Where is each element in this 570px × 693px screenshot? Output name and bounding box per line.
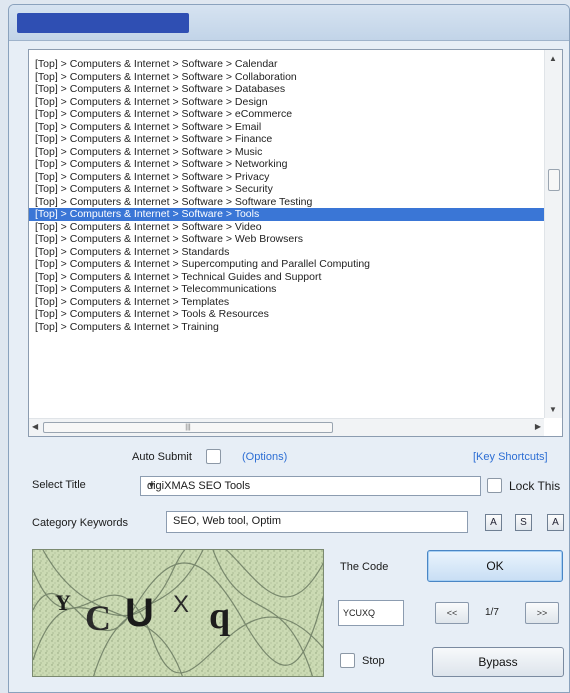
category-list-item[interactable]: [Top] > Computers & Internet > Software … bbox=[29, 221, 544, 234]
auto-submit-checkbox[interactable] bbox=[206, 449, 221, 464]
category-list-item[interactable]: [Top] > Computers & Internet > Software … bbox=[29, 196, 544, 209]
svg-text:X: X bbox=[173, 591, 189, 618]
auto-submit-label: Auto Submit bbox=[132, 451, 192, 463]
category-list-item[interactable]: [Top] > Computers & Internet > Technical… bbox=[29, 271, 544, 284]
category-list-item[interactable]: [Top] > Computers & Internet > Software … bbox=[29, 96, 544, 109]
next-captcha-button[interactable]: >> bbox=[525, 602, 559, 624]
select-title-label: Select Title bbox=[32, 479, 86, 491]
category-list-item[interactable]: [Top] > Computers & Internet > Software … bbox=[29, 108, 544, 121]
scroll-left-icon[interactable]: ◀ bbox=[32, 422, 38, 431]
key-shortcuts-link[interactable]: [Key Shortcuts] bbox=[473, 451, 548, 463]
category-list-item[interactable]: [Top] > Computers & Internet > Software … bbox=[29, 71, 544, 84]
category-keywords-label: Category Keywords bbox=[32, 517, 128, 529]
select-title-combobox[interactable]: digiXMAS SEO Tools ▼ bbox=[140, 476, 481, 496]
case-button-upper[interactable]: A bbox=[485, 514, 502, 531]
category-keywords-input[interactable]: SEO, Web tool, Optim bbox=[166, 511, 468, 533]
title-bar bbox=[9, 5, 569, 41]
submission-dialog: [Top] > Computers & Internet > Software … bbox=[8, 4, 570, 693]
vertical-scroll-thumb[interactable] bbox=[548, 169, 560, 191]
category-list-item[interactable]: [Top] > Computers & Internet > Software … bbox=[29, 58, 544, 71]
horizontal-scroll-thumb[interactable]: ||| bbox=[43, 422, 333, 433]
svg-text:q: q bbox=[209, 595, 230, 637]
scroll-right-icon[interactable]: ▶ bbox=[535, 422, 541, 431]
case-button-alt[interactable]: A bbox=[547, 514, 564, 531]
category-list-items: [Top] > Computers & Internet > Software … bbox=[29, 58, 544, 418]
the-code-label: The Code bbox=[340, 561, 389, 573]
category-list-item[interactable]: [Top] > Computers & Internet > Training bbox=[29, 321, 544, 334]
options-link[interactable]: (Options) bbox=[242, 451, 287, 463]
svg-text:U: U bbox=[125, 591, 154, 635]
previous-captcha-button[interactable]: << bbox=[435, 602, 469, 624]
category-list-item[interactable]: [Top] > Computers & Internet > Telecommu… bbox=[29, 283, 544, 296]
category-list-item[interactable]: [Top] > Computers & Internet > Templates bbox=[29, 296, 544, 309]
category-list-item[interactable]: [Top] > Computers & Internet > Software … bbox=[29, 171, 544, 184]
category-list-item[interactable]: [Top] > Computers & Internet > Software … bbox=[29, 183, 544, 196]
category-listbox[interactable]: [Top] > Computers & Internet > Software … bbox=[28, 49, 563, 437]
captcha-counter: 1/7 bbox=[485, 607, 499, 618]
svg-text:C: C bbox=[85, 598, 111, 638]
bypass-button[interactable]: Bypass bbox=[432, 647, 564, 677]
category-list-item[interactable]: [Top] > Computers & Internet > Software … bbox=[29, 208, 544, 221]
lock-this-label: Lock This bbox=[509, 479, 561, 493]
category-list-item[interactable]: [Top] > Computers & Internet > Tools & R… bbox=[29, 308, 544, 321]
captcha-image: Y C U X q bbox=[32, 549, 324, 677]
horizontal-scrollbar[interactable]: ◀ ||| ▶ bbox=[29, 418, 544, 436]
category-list-item[interactable]: [Top] > Computers & Internet > Supercomp… bbox=[29, 258, 544, 271]
stop-label: Stop bbox=[362, 655, 385, 667]
ok-button[interactable]: OK bbox=[427, 550, 563, 582]
category-list-item[interactable]: [Top] > Computers & Internet > Software … bbox=[29, 83, 544, 96]
category-list-item[interactable]: [Top] > Computers & Internet > Software … bbox=[29, 121, 544, 134]
category-list-item[interactable]: [Top] > Computers & Internet > Software … bbox=[29, 133, 544, 146]
category-list-item[interactable]: [Top] > Computers & Internet > Software … bbox=[29, 158, 544, 171]
scroll-down-icon[interactable]: ▼ bbox=[549, 405, 557, 414]
category-list-item[interactable]: [Top] > Computers & Internet > Software … bbox=[29, 146, 544, 159]
category-list-item[interactable]: [Top] > Computers & Internet > Software … bbox=[29, 233, 544, 246]
case-button-sentence[interactable]: S bbox=[515, 514, 532, 531]
vertical-scrollbar[interactable]: ▲ ▼ bbox=[544, 50, 562, 418]
the-code-input[interactable]: YCUXQ bbox=[338, 600, 404, 626]
svg-text:Y: Y bbox=[55, 590, 71, 615]
category-list-item[interactable]: [Top] > Computers & Internet > Standards bbox=[29, 246, 544, 259]
scroll-up-icon[interactable]: ▲ bbox=[549, 54, 557, 63]
lock-this-checkbox[interactable] bbox=[487, 478, 502, 493]
stop-checkbox[interactable] bbox=[340, 653, 355, 668]
chevron-down-icon[interactable]: ▼ bbox=[147, 480, 475, 490]
title-bar-highlight bbox=[17, 13, 189, 33]
